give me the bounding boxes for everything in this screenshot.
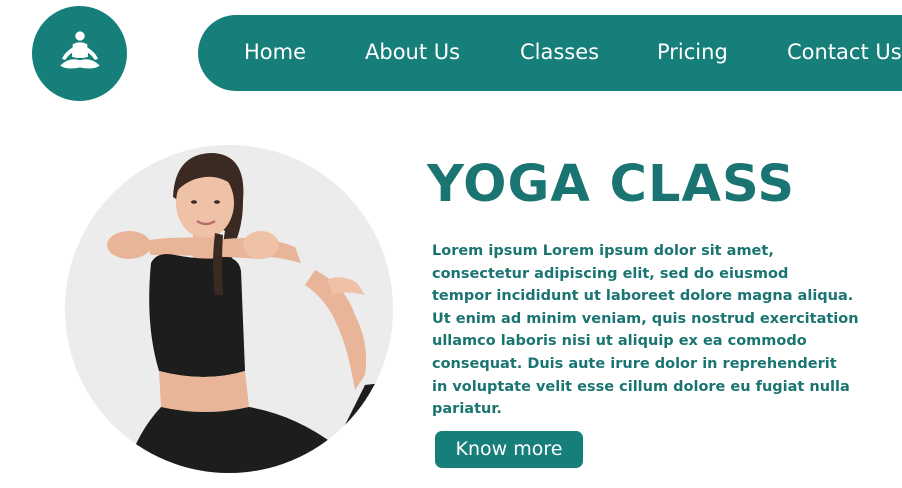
yoga-pose-illustration (65, 145, 393, 473)
know-more-button[interactable]: Know more (435, 431, 583, 468)
hero-description-line: consequat. Duis aute irure dolor in repr… (432, 355, 837, 372)
hero-image (65, 145, 393, 473)
hero-description: Lorem ipsum Lorem ipsum dolor sit amet, … (432, 240, 892, 421)
hero-description-line: pariatur. (432, 401, 502, 418)
hero-description-line: ullamco laboris nisi ut aliquip ex ea co… (432, 333, 807, 350)
hero-description-line: tempor incididunt ut laboreet dolore mag… (432, 288, 854, 305)
hero-description-line: Lorem ipsum Lorem ipsum dolor sit amet, (432, 243, 774, 259)
nav-bar: Home About Us Classes Pricing Contact Us (198, 15, 902, 91)
nav-item-contact-us[interactable]: Contact Us (787, 15, 902, 91)
nav-item-pricing[interactable]: Pricing (657, 15, 728, 91)
nav-item-classes[interactable]: Classes (520, 15, 599, 91)
hero-description-line: Ut enim ad minim veniam, quis nostrud ex… (432, 310, 859, 327)
page-title: YOGA CLASS (427, 155, 796, 214)
hero-description-line: in voluptate velit esse cillum dolore eu… (432, 378, 850, 395)
logo[interactable] (32, 6, 127, 101)
hero-description-line: consectetur adipiscing elit, sed do eius… (432, 265, 789, 282)
page: Home About Us Classes Pricing Contact Us (0, 0, 902, 488)
nav-item-home[interactable]: Home (244, 15, 306, 91)
nav-item-about-us[interactable]: About Us (365, 15, 460, 91)
meditation-icon (59, 30, 100, 69)
